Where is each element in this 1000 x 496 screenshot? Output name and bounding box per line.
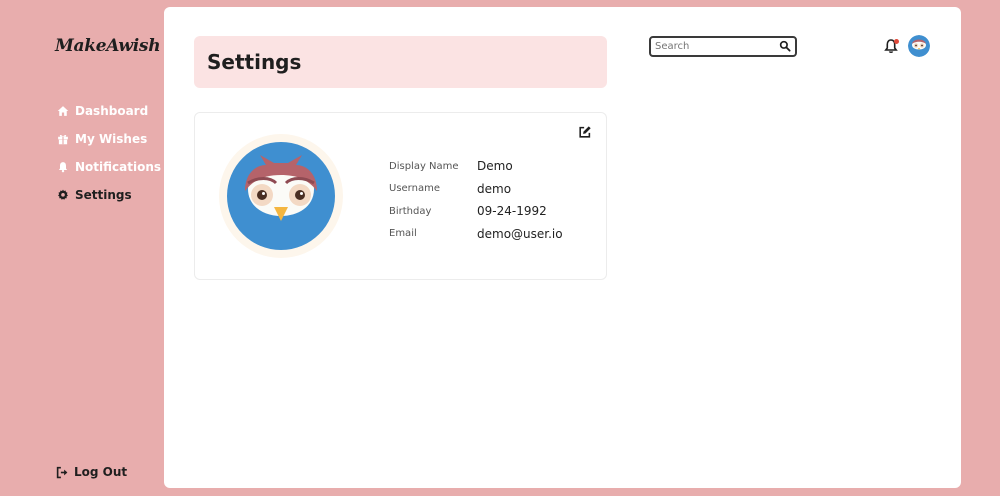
app-logo[interactable]: MakeAwish <box>55 36 161 56</box>
search-bar[interactable] <box>649 36 797 57</box>
field-value: demo <box>477 181 512 196</box>
bell-icon <box>56 160 70 174</box>
field-label: Email <box>389 228 417 240</box>
user-avatar[interactable] <box>908 35 930 57</box>
logout-icon <box>56 465 70 479</box>
search-icon[interactable] <box>779 40 791 52</box>
sidebar-item-label: My Wishes <box>75 132 148 146</box>
field-username: Username demo <box>389 178 563 201</box>
search-input[interactable] <box>655 41 775 52</box>
field-display-name: Display Name Demo <box>389 155 563 178</box>
field-value: Demo <box>477 159 513 174</box>
notification-dot <box>894 39 899 44</box>
sidebar-item-label: Notifications <box>75 160 162 174</box>
page-title: Settings <box>207 50 302 74</box>
main-panel: Settings Search Display Name Demo Userna… <box>164 7 961 488</box>
profile-avatar <box>219 134 343 258</box>
profile-fields: Display Name Demo Username demo Birthday… <box>389 155 563 245</box>
field-email: Email demo@user.io <box>389 223 563 246</box>
sidebar-item-label: Dashboard <box>75 104 149 118</box>
sidebar-item-notifications[interactable]: Notifications <box>56 153 161 181</box>
sidebar-item-dashboard[interactable]: Dashboard <box>56 97 161 125</box>
field-label: Birthday <box>389 205 432 217</box>
notifications-bell[interactable] <box>883 38 899 54</box>
field-label: Username <box>389 183 440 195</box>
gift-icon <box>56 132 70 146</box>
field-birthday: Birthday 09-24-1992 <box>389 200 563 223</box>
page-header: Settings <box>194 36 607 88</box>
sidebar-item-my-wishes[interactable]: My Wishes <box>56 125 161 153</box>
edit-icon[interactable] <box>578 125 592 139</box>
gear-icon <box>56 188 70 202</box>
logout-label: Log Out <box>74 465 128 479</box>
sidebar-nav: Dashboard My Wishes Notifications Settin… <box>56 97 161 209</box>
field-value: demo@user.io <box>477 226 563 241</box>
sidebar-item-label: Settings <box>75 188 132 202</box>
field-value: 09-24-1992 <box>477 204 547 219</box>
profile-card: Display Name Demo Username demo Birthday… <box>194 112 607 280</box>
home-icon <box>56 104 70 118</box>
logout-button[interactable]: Log Out <box>56 465 127 479</box>
sidebar-item-settings[interactable]: Settings <box>56 181 161 209</box>
field-label: Display Name <box>389 160 459 172</box>
